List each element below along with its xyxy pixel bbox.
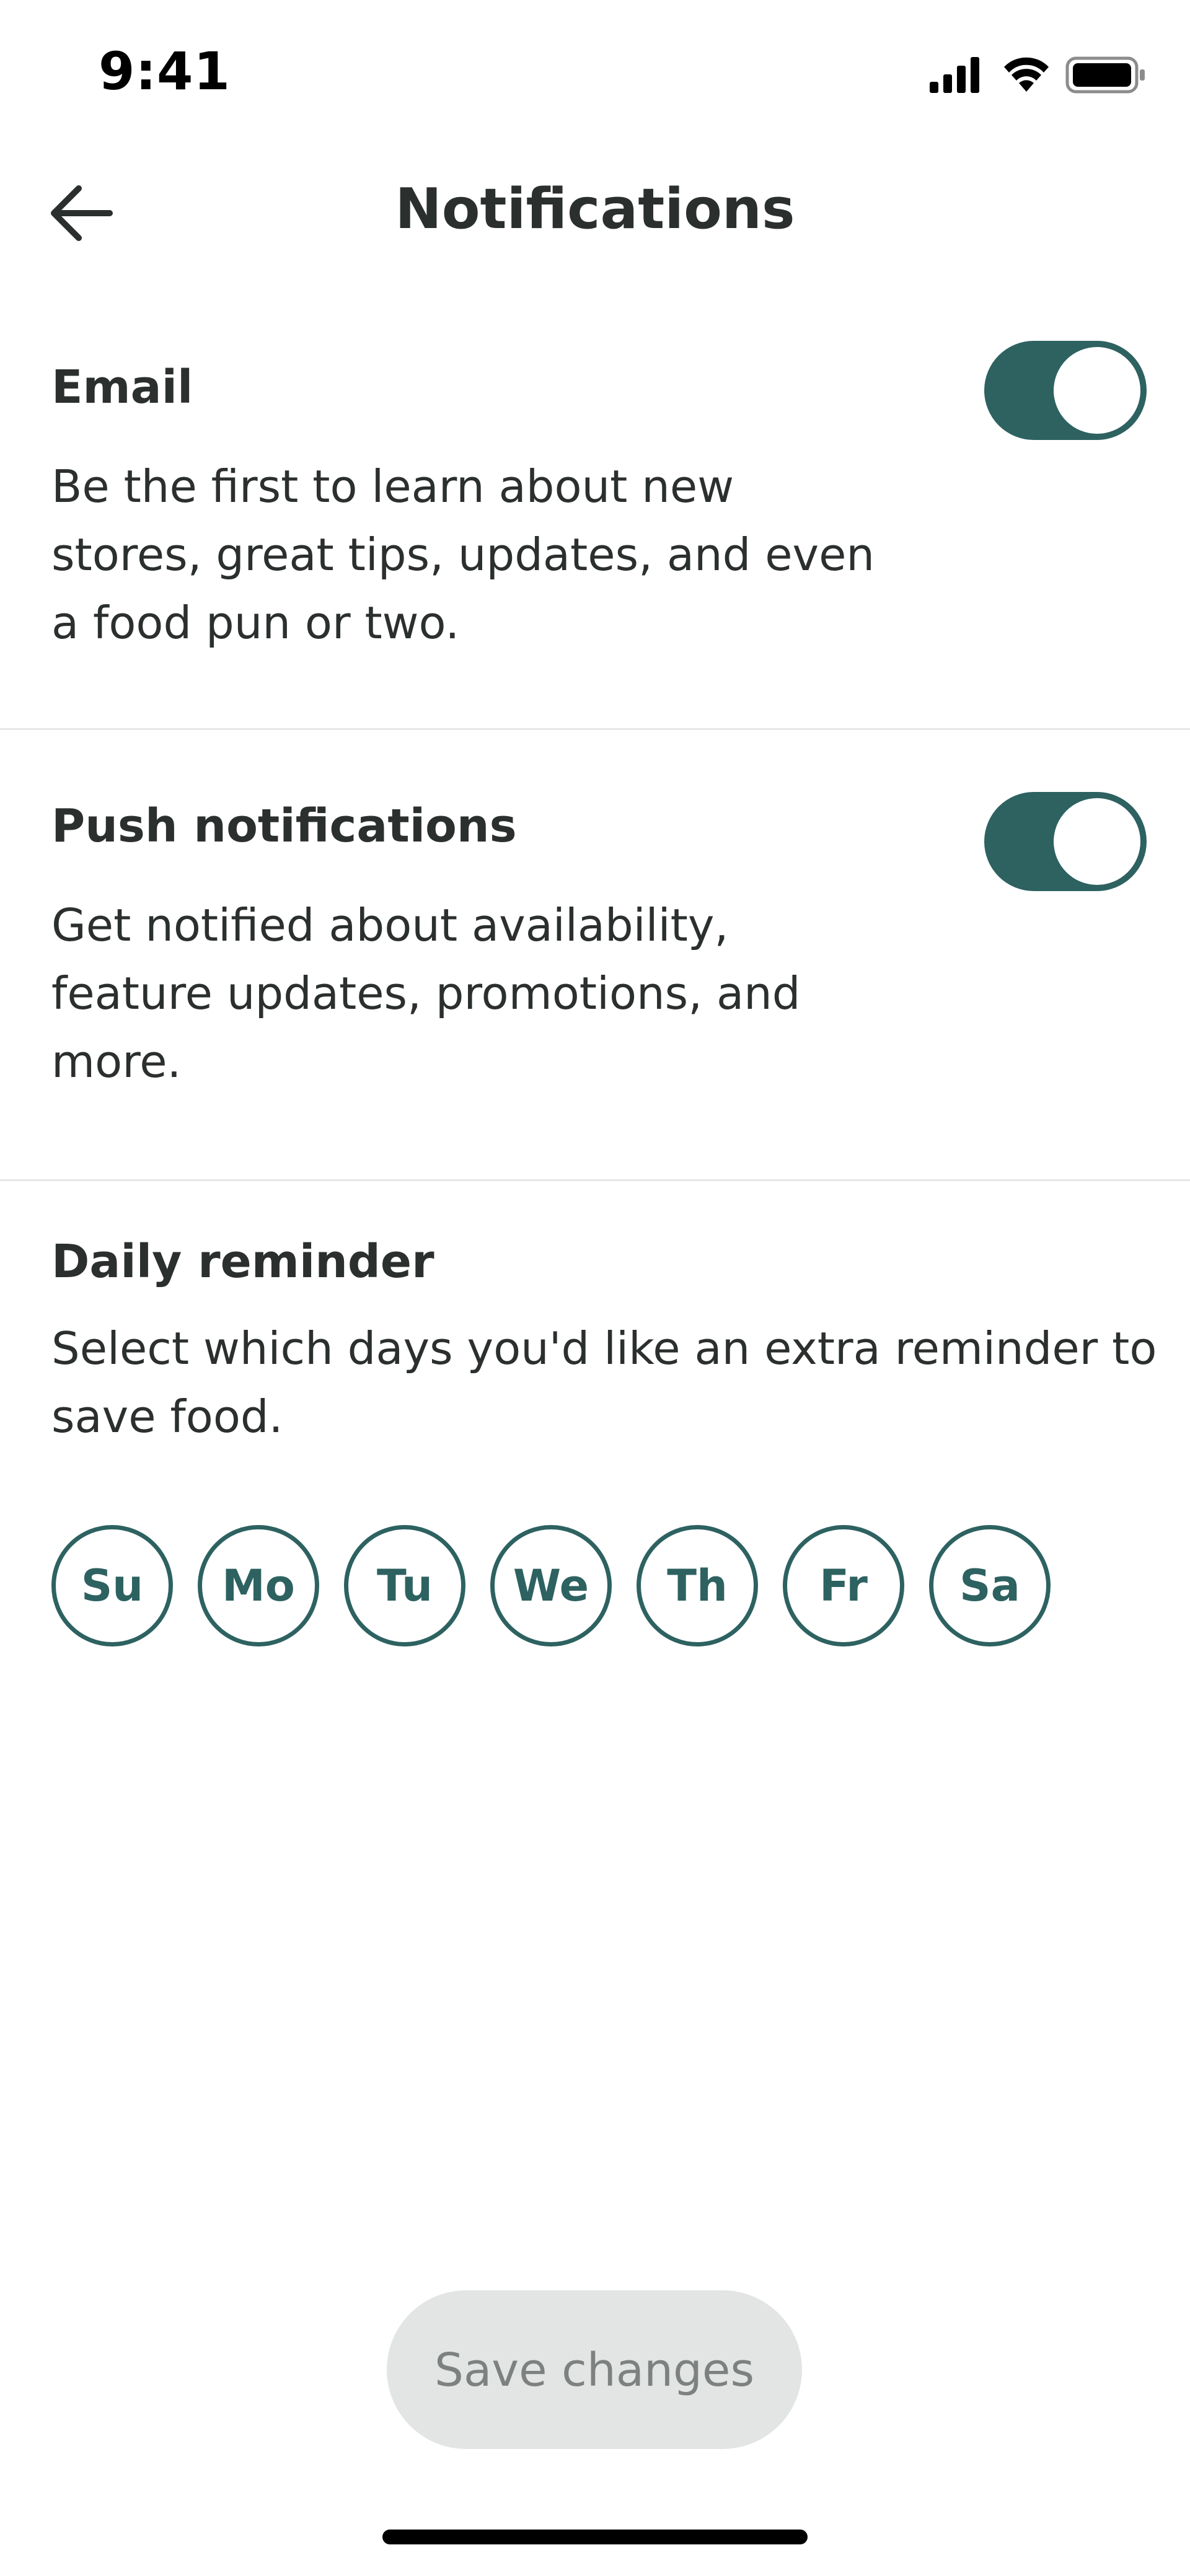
battery-icon	[1065, 56, 1145, 94]
day-chip-saturday[interactable]: Sa	[929, 1525, 1051, 1646]
email-section: Email Be the first to learn about new st…	[0, 322, 1190, 728]
email-toggle[interactable]	[984, 341, 1147, 440]
day-chip-thursday[interactable]: Th	[637, 1525, 758, 1646]
page-title: Notifications	[395, 177, 795, 242]
status-icons-svg	[930, 56, 1145, 94]
home-indicator	[382, 2530, 808, 2544]
email-title: Email	[51, 361, 193, 414]
push-toggle-knob	[1054, 798, 1140, 885]
day-selector: Su Mo Tu We Th Fr Sa	[51, 1525, 1167, 1646]
daily-reminder-description: Select which days you'd like an extra re…	[51, 1322, 1157, 1443]
day-chip-sunday[interactable]: Su	[51, 1525, 173, 1646]
day-chip-tuesday[interactable]: Tu	[344, 1525, 465, 1646]
cellular-signal-icon	[930, 57, 979, 93]
email-description: Be the first to learn about new stores, …	[51, 460, 875, 649]
daily-reminder-title: Daily reminder	[51, 1235, 434, 1288]
day-chip-friday[interactable]: Fr	[783, 1525, 904, 1646]
save-changes-button[interactable]: Save changes	[387, 2290, 802, 2449]
push-description: Get notified about availability, feature…	[51, 899, 801, 1088]
push-toggle[interactable]	[984, 792, 1147, 891]
header: Notifications	[0, 144, 1190, 273]
daily-reminder-section: Daily reminder Select which days you'd l…	[0, 1181, 1190, 1801]
wifi-icon	[1004, 57, 1049, 92]
notifications-screen: 9:41 Notifications Email Be the first to…	[0, 0, 1190, 2576]
status-bar: 9:41	[0, 0, 1190, 144]
push-section: Push notifications Get notified about av…	[0, 730, 1190, 1179]
day-chip-monday[interactable]: Mo	[198, 1525, 319, 1646]
status-icons	[930, 55, 1147, 94]
day-chip-wednesday[interactable]: We	[490, 1525, 612, 1646]
email-toggle-knob	[1054, 347, 1140, 434]
push-title: Push notifications	[51, 799, 517, 853]
status-time: 9:41	[99, 41, 231, 102]
